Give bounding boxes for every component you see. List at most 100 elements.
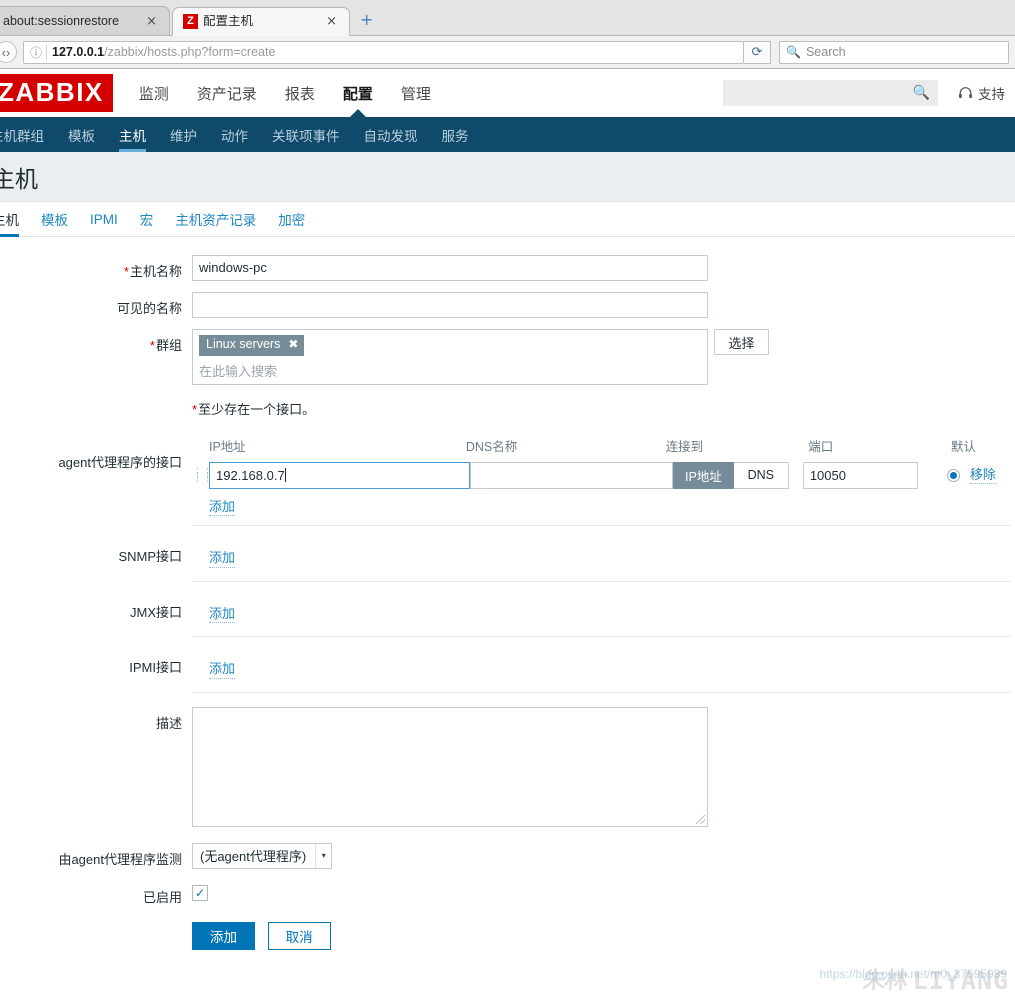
subnav-item-actions[interactable]: 动作 bbox=[221, 117, 248, 152]
new-tab-button[interactable]: + bbox=[360, 12, 373, 28]
control-jmx-interfaces: 添加 bbox=[192, 596, 1015, 638]
jmx-interface-add-link[interactable]: 添加 bbox=[209, 605, 236, 624]
ipmi-interface-add-link[interactable]: 添加 bbox=[209, 660, 236, 679]
label-groups: *群组 bbox=[0, 329, 192, 354]
main-nav-item-configuration[interactable]: 配置 bbox=[343, 69, 373, 117]
column-header-default: 默认 bbox=[950, 439, 976, 454]
host-name-input[interactable]: windows-pc bbox=[192, 255, 708, 281]
chevron-down-icon[interactable]: ▾ bbox=[315, 843, 331, 868]
text-caret bbox=[284, 467, 286, 482]
proxy-select[interactable]: (无agent代理程序) ▾ bbox=[192, 842, 333, 869]
group-chip-linux-servers[interactable]: Linux servers ✖ bbox=[199, 335, 305, 356]
browser-search-input[interactable]: 🔍 Search bbox=[779, 40, 1009, 64]
form-tab-ipmi[interactable]: IPMI bbox=[90, 202, 118, 237]
label-text: 主机名称 bbox=[129, 264, 182, 279]
control-visible-name bbox=[192, 292, 1015, 318]
connect-to-dns-button[interactable]: DNS bbox=[733, 461, 789, 489]
field-row-agent-interfaces: agent代理程序的接口 IP地址 DNS名称 连接到 端口 默认 ⋮⋮ ⋮⋮ 1… bbox=[0, 432, 1015, 527]
subnav-item-event-correlation[interactable]: 关联项事件 bbox=[272, 117, 340, 152]
headset-icon bbox=[958, 86, 973, 100]
subnav-item-services[interactable]: 服务 bbox=[442, 117, 469, 152]
jmx-interface-block: 添加 bbox=[192, 596, 1010, 638]
url-path: /zabbix/hosts.php?form=create bbox=[104, 45, 276, 59]
back-forward-icon[interactable]: ‹› bbox=[0, 41, 17, 63]
required-marker: * bbox=[192, 401, 198, 417]
subnav-item-hosts[interactable]: 主机 bbox=[119, 117, 146, 152]
main-nav-item-administration[interactable]: 管理 bbox=[401, 69, 431, 117]
form-tab-host[interactable]: 主机 bbox=[0, 202, 19, 237]
field-row-host-name: *主机名称 windows-pc bbox=[0, 255, 1015, 281]
support-link[interactable]: 支持 bbox=[958, 83, 1005, 103]
required-marker: * bbox=[149, 338, 155, 353]
page-title: 主机 bbox=[0, 165, 38, 192]
resize-grip-icon[interactable] bbox=[696, 814, 705, 824]
form-tab-macros[interactable]: 宏 bbox=[140, 202, 154, 237]
control-host-name: windows-pc bbox=[192, 255, 1015, 281]
main-nav-item-monitoring[interactable]: 监测 bbox=[139, 69, 169, 117]
snmp-interface-block: 添加 bbox=[192, 540, 1010, 582]
control-description bbox=[192, 706, 1015, 827]
form-tab-templates[interactable]: 模板 bbox=[41, 202, 68, 237]
chip-remove-icon[interactable]: ✖ bbox=[288, 337, 298, 352]
reload-icon[interactable]: ⟳ bbox=[744, 40, 771, 64]
main-nav-item-inventory[interactable]: 资产记录 bbox=[197, 69, 257, 117]
default-radio[interactable] bbox=[946, 468, 960, 482]
visible-name-input[interactable] bbox=[192, 292, 708, 318]
subnav-item-maintenance[interactable]: 维护 bbox=[170, 117, 197, 152]
browser-tab-zabbix[interactable]: Z 配置主机 × bbox=[172, 7, 350, 36]
field-row-actions: 添加 取消 bbox=[0, 921, 1015, 950]
agent-interface-add-link[interactable]: 添加 bbox=[209, 498, 236, 517]
browser-tab-sessionrestore[interactable]: about:sessionrestore × bbox=[0, 6, 170, 35]
groups-multiselect[interactable]: Linux servers ✖ 在此输入搜索 bbox=[192, 329, 708, 385]
field-row-monitored-by-proxy: 由agent代理程序监测 (无agent代理程序) ▾ bbox=[0, 842, 1015, 869]
interface-ip-input[interactable]: 192.168.0.7 bbox=[209, 461, 470, 489]
global-search-input[interactable]: 🔍 bbox=[723, 80, 938, 106]
subnav-item-host-groups[interactable]: 主机群组 bbox=[0, 117, 44, 152]
form-tab-encryption[interactable]: 加密 bbox=[278, 202, 305, 237]
connect-to-ip-button[interactable]: IP地址 bbox=[673, 461, 734, 489]
zabbix-logo[interactable]: ZABBIX bbox=[0, 74, 113, 112]
zabbix-header: ZABBIX 监测 资产记录 报表 配置 管理 🔍 支持 bbox=[0, 69, 1015, 117]
site-info-icon[interactable]: ⓘ bbox=[28, 44, 44, 61]
page-title-bar: 主机 bbox=[0, 152, 1015, 202]
description-textarea[interactable] bbox=[192, 706, 708, 827]
enabled-checkbox[interactable]: ✓ bbox=[192, 884, 208, 901]
control-snmp-interfaces: 添加 bbox=[192, 540, 1015, 582]
control-enabled: ✓ bbox=[192, 881, 1015, 901]
url-bar[interactable]: ⓘ 127.0.0.1/zabbix/hosts.php?form=create bbox=[23, 40, 744, 64]
label-spacer bbox=[0, 396, 192, 402]
main-nav-item-reports[interactable]: 报表 bbox=[285, 69, 315, 117]
connect-to-toggle: IP地址 DNS bbox=[673, 461, 789, 489]
host-form: *主机名称 windows-pc 可见的名称 *群组 Linux servers… bbox=[0, 237, 1015, 950]
watermark-url: https://blog.csdn.net/m0_37595989 bbox=[819, 967, 1007, 981]
cancel-button[interactable]: 取消 bbox=[267, 921, 331, 950]
search-icon[interactable]: 🔍 bbox=[913, 85, 930, 101]
interface-dns-input[interactable] bbox=[470, 461, 673, 489]
label-agent-interfaces: agent代理程序的接口 bbox=[58, 454, 182, 470]
field-row-ipmi-interfaces: IPMI接口 添加 bbox=[0, 651, 1015, 693]
groups-search-placeholder[interactable]: 在此输入搜索 bbox=[199, 361, 701, 380]
agent-interface-row: ⋮⋮ ⋮⋮ 192.168.0.7 IP地址 DNS 10050 移除 bbox=[192, 461, 1010, 489]
drag-handle-icon[interactable]: ⋮⋮ ⋮⋮ bbox=[192, 467, 213, 483]
close-icon[interactable]: × bbox=[142, 15, 161, 28]
proxy-selected-value: (无agent代理程序) bbox=[200, 849, 307, 865]
column-header-port: 端口 bbox=[808, 439, 834, 454]
header-right: 🔍 支持 bbox=[723, 80, 1015, 106]
groups-select-button[interactable]: 选择 bbox=[714, 329, 769, 355]
form-tab-host-inventory[interactable]: 主机资产记录 bbox=[175, 202, 256, 237]
column-header-dns: DNS名称 bbox=[465, 439, 518, 454]
subnav-item-discovery[interactable]: 自动发现 bbox=[364, 117, 418, 152]
field-row-groups: *群组 Linux servers ✖ 在此输入搜索 选择 bbox=[0, 329, 1015, 385]
form-tab-bar: 主机 模板 IPMI 宏 主机资产记录 加密 bbox=[0, 202, 1015, 237]
main-nav: 监测 资产记录 报表 配置 管理 bbox=[139, 69, 459, 117]
submit-button[interactable]: 添加 bbox=[192, 921, 255, 950]
interface-port-input[interactable]: 10050 bbox=[802, 461, 918, 489]
zabbix-favicon-icon: Z bbox=[183, 14, 198, 29]
field-row-interface-hint: *至少存在一个接口。 bbox=[0, 396, 1015, 418]
interface-remove-link[interactable]: 移除 bbox=[969, 466, 996, 485]
label-description: 描述 bbox=[155, 715, 182, 731]
snmp-interface-add-link[interactable]: 添加 bbox=[209, 549, 236, 568]
close-icon[interactable]: × bbox=[322, 15, 341, 28]
subnav-item-templates[interactable]: 模板 bbox=[68, 117, 95, 152]
ipmi-interface-block: 添加 bbox=[192, 651, 1010, 693]
